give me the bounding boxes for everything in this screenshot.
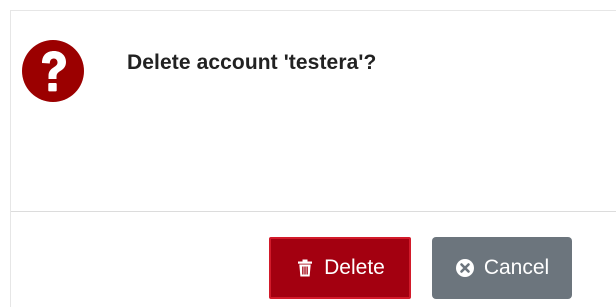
delete-button-label: Delete — [324, 256, 385, 279]
cancel-button-label: Cancel — [483, 256, 550, 279]
trash-icon — [295, 258, 315, 278]
times-circle-icon — [455, 258, 475, 278]
delete-button[interactable]: Delete — [269, 237, 411, 299]
dialog-message: Delete account 'testera'? — [127, 51, 377, 74]
confirm-dialog: Delete account 'testera'? Delete Cancel — [10, 10, 616, 307]
footer-divider — [11, 211, 616, 212]
cancel-button[interactable]: Cancel — [432, 237, 572, 299]
question-circle-icon — [21, 39, 85, 103]
dialog-body: Delete account 'testera'? — [11, 11, 616, 211]
